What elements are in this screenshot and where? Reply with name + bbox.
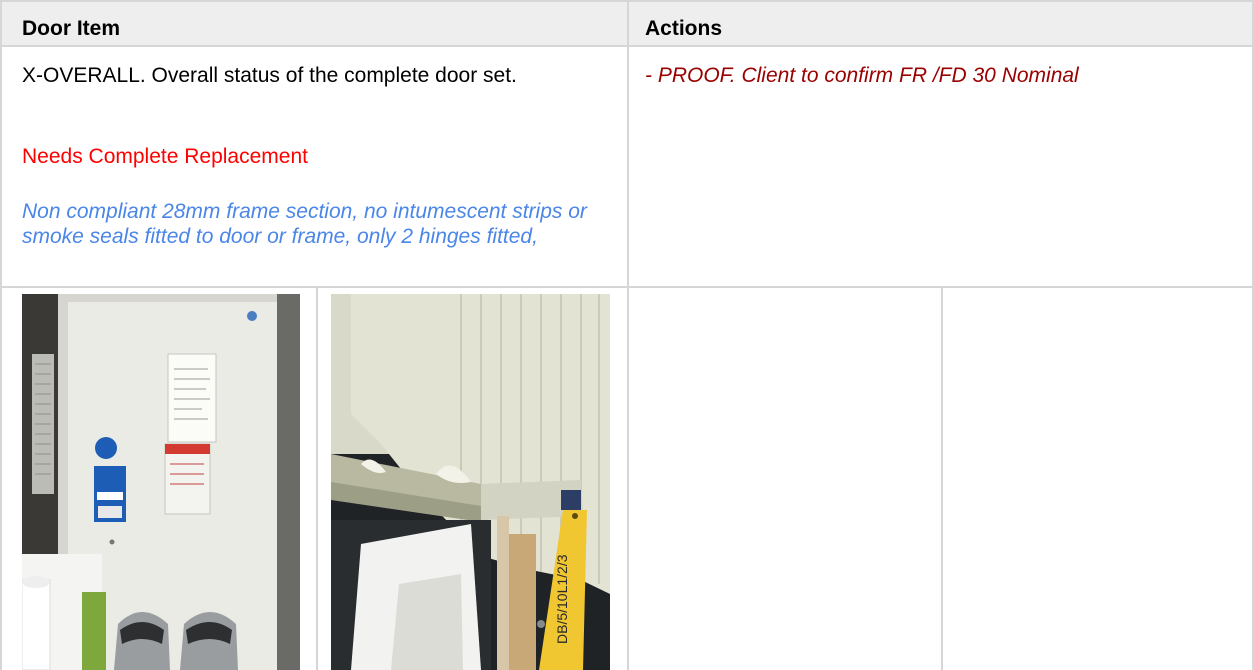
photo-cell-divider-right <box>941 288 943 670</box>
door-item-title: X-OVERALL. Overall status of the complet… <box>22 64 517 87</box>
header-actions: Actions <box>629 2 1252 45</box>
inspection-note: Non compliant 28mm frame section, no int… <box>22 200 587 248</box>
header-door-item: Door Item <box>2 2 627 45</box>
photo-cell-divider-left <box>316 288 318 670</box>
frame-detail-photo-image: DB/5/10L1/2/3 <box>331 294 610 670</box>
cable-tag-text: DB/5/10L1/2/3 <box>554 554 570 644</box>
door-photo-image <box>22 294 300 670</box>
action-text: - PROOF. Client to confirm FR /FD 30 Nom… <box>645 64 1079 87</box>
frame-detail-photo: DB/5/10L1/2/3 <box>331 294 610 670</box>
row-divider <box>2 286 1252 288</box>
column-divider <box>627 2 629 670</box>
status-text: Needs Complete Replacement <box>22 145 308 168</box>
door-photo <box>22 294 300 670</box>
